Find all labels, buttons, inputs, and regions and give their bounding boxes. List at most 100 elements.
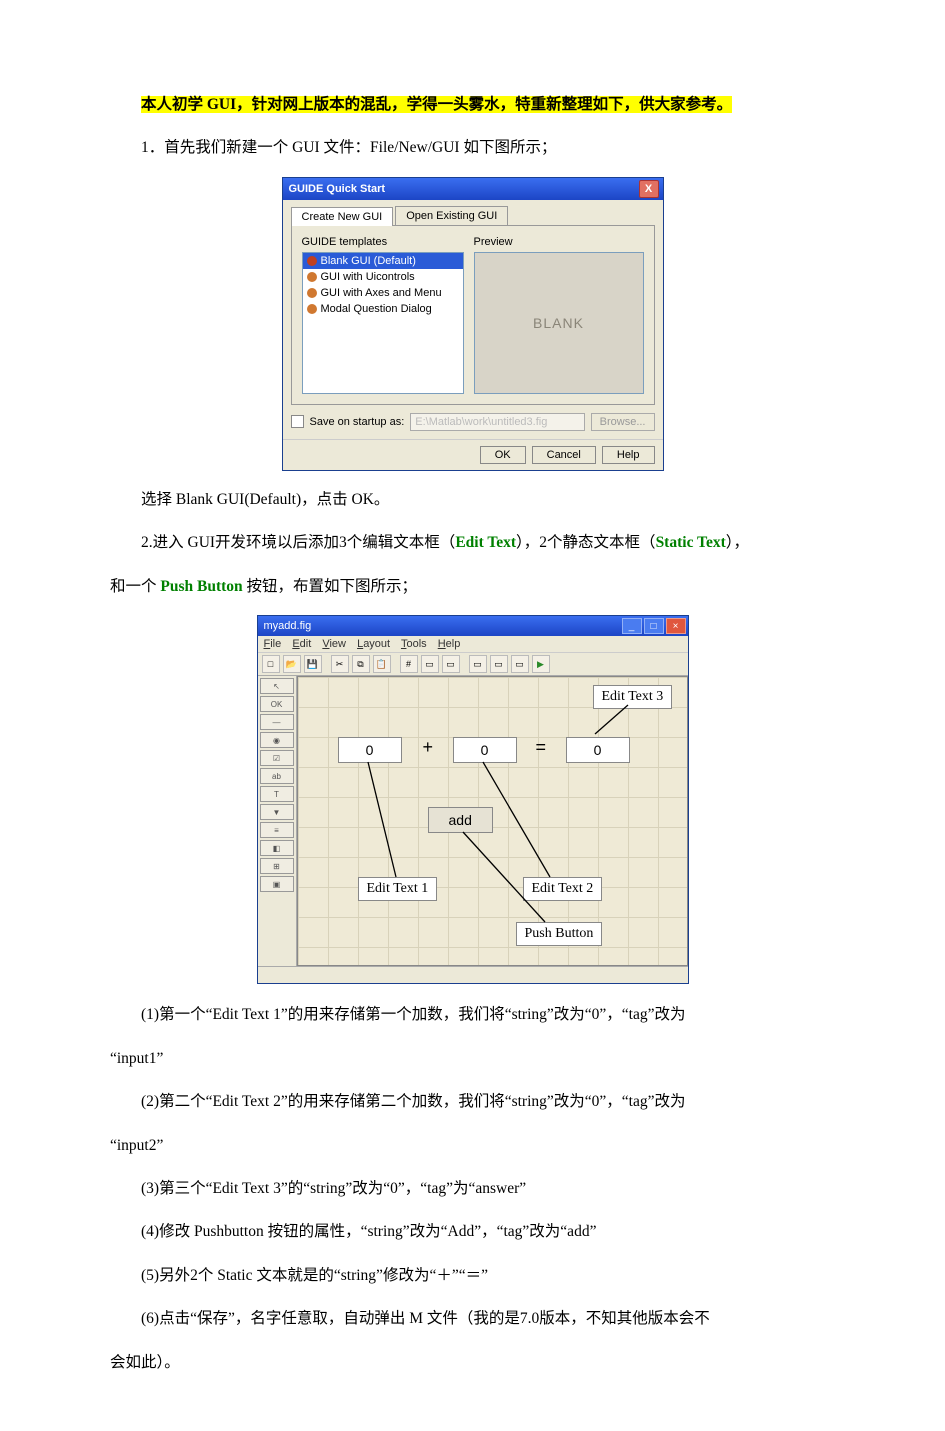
callout-edit-text-2: Edit Text 2 <box>523 877 603 901</box>
templates-listbox[interactable]: Blank GUI (Default) GUI with Uicontrols … <box>302 252 464 394</box>
menu-file[interactable]: FFileile <box>264 638 282 650</box>
palette-popup-icon[interactable]: ▼ <box>260 804 294 820</box>
browse-button[interactable]: Browse... <box>591 413 655 431</box>
step-1: 1．首先我们新建一个 GUI 文件：File/New/GUI 如下图所示； <box>110 133 835 162</box>
palette-edit-icon[interactable]: ab <box>260 768 294 784</box>
save-checkbox[interactable] <box>291 415 304 428</box>
preview-column: Preview BLANK <box>474 236 644 394</box>
add-push-button[interactable]: add <box>428 807 493 833</box>
close-icon[interactable]: X <box>639 180 659 198</box>
menu-layout[interactable]: Layout <box>357 638 390 650</box>
template-uicontrols[interactable]: GUI with Uicontrols <box>303 269 463 285</box>
palette-radio-icon[interactable]: ◉ <box>260 732 294 748</box>
callout-push-button: Push Button <box>516 922 603 946</box>
editor-title: myadd.fig <box>264 620 312 632</box>
layout-canvas[interactable]: 0 + 0 = 0 add Edit Text 3 Edit Text 1 Ed… <box>297 676 688 966</box>
item-6: (6)点击“保存”，名字任意取，自动弹出 M 文件（我的是7.0版本，不知其他版… <box>110 1304 835 1333</box>
toolbar-copy-icon[interactable]: ⧉ <box>352 655 370 673</box>
editor-menubar: FFileile Edit View Layout Tools Help <box>258 636 688 653</box>
editor-statusbar <box>258 966 688 983</box>
palette-panel-icon[interactable]: ▣ <box>260 876 294 892</box>
toolbar-button-icon[interactable]: ▭ <box>469 655 487 673</box>
guide-quick-start-dialog: GUIDE Quick Start X Create New GUI Open … <box>282 177 664 471</box>
template-blank-gui[interactable]: Blank GUI (Default) <box>303 253 463 269</box>
edit-text-2[interactable]: 0 <box>453 737 517 763</box>
templates-label: GUIDE templates <box>302 236 462 248</box>
callout-edit-text-3: Edit Text 3 <box>593 685 673 709</box>
component-palette: ↖ OK — ◉ ☑ ab T ▼ ≡ ◧ ⊞ ▣ <box>258 676 297 966</box>
item-5: (5)另外2个 Static 文本就是的“string”修改为“＋”“＝” <box>110 1261 835 1290</box>
toolbar-new-icon[interactable]: □ <box>262 655 280 673</box>
toolbar-button-icon[interactable]: ▭ <box>490 655 508 673</box>
minimize-icon[interactable]: _ <box>622 618 642 634</box>
template-icon <box>307 288 317 298</box>
dialog-tabs: Create New GUI Open Existing GUI <box>283 200 663 225</box>
menu-help[interactable]: Help <box>438 638 461 650</box>
dialog-body: GUIDE templates Blank GUI (Default) GUI … <box>291 225 655 405</box>
tab-create-new[interactable]: Create New GUI <box>291 207 394 226</box>
step-2-line2: 和一个 Push Button 按钮，布置如下图所示； <box>110 572 835 601</box>
palette-checkbox-icon[interactable]: ☑ <box>260 750 294 766</box>
toolbar-cut-icon[interactable]: ✂ <box>331 655 349 673</box>
menu-edit[interactable]: Edit <box>292 638 311 650</box>
intro-highlight: 本人初学 GUI，针对网上版本的混乱，学得一头雾水，特重新整理如下，供大家参考。 <box>141 96 732 113</box>
editor-body: ↖ OK — ◉ ☑ ab T ▼ ≡ ◧ ⊞ ▣ 0 + 0 = 0 add … <box>258 676 688 966</box>
palette-axes-icon[interactable]: ⊞ <box>260 858 294 874</box>
page: 本人初学 GUI，针对网上版本的混乱，学得一头雾水，特重新整理如下，供大家参考。… <box>0 0 945 1431</box>
toolbar-button-icon[interactable]: ▭ <box>511 655 529 673</box>
template-icon <box>307 256 317 266</box>
template-icon <box>307 272 317 282</box>
toolbar-button-icon[interactable]: ▭ <box>421 655 439 673</box>
save-label: Save on startup as: <box>310 416 405 428</box>
static-equals: = <box>536 737 547 758</box>
item-3: (3)第三个“Edit Text 3”的“string”改为“0”，“tag”为… <box>110 1174 835 1203</box>
static-text-term: Static Text <box>656 534 726 551</box>
help-button[interactable]: Help <box>602 446 655 464</box>
template-axes-menu[interactable]: GUI with Axes and Menu <box>303 285 463 301</box>
ok-button[interactable]: OK <box>480 446 526 464</box>
item-4: (4)修改 Pushbutton 按钮的属性，“string”改为“Add”，“… <box>110 1217 835 1246</box>
palette-button-icon[interactable]: OK <box>260 696 294 712</box>
after-dialog-text: 选择 Blank GUI(Default)，点击 OK。 <box>110 485 835 514</box>
template-icon <box>307 304 317 314</box>
item-2: (2)第二个“Edit Text 2”的用来存储第二个加数，我们将“string… <box>110 1087 835 1116</box>
preview-text: BLANK <box>533 315 584 331</box>
toolbar-paste-icon[interactable]: 📋 <box>373 655 391 673</box>
menu-tools[interactable]: Tools <box>401 638 427 650</box>
edit-text-1[interactable]: 0 <box>338 737 402 763</box>
push-button-term: Push Button <box>160 578 242 595</box>
intro-line: 本人初学 GUI，针对网上版本的混乱，学得一头雾水，特重新整理如下，供大家参考。 <box>110 90 835 119</box>
toolbar-run-icon[interactable]: ▶ <box>532 655 550 673</box>
editor-titlebar: myadd.fig _ □ × <box>258 616 688 636</box>
edit-text-3[interactable]: 0 <box>566 737 630 763</box>
preview-label: Preview <box>474 236 644 248</box>
close-icon[interactable]: × <box>666 618 686 634</box>
toolbar-open-icon[interactable]: 📂 <box>283 655 301 673</box>
tab-open-existing[interactable]: Open Existing GUI <box>395 206 508 225</box>
dialog-titlebar: GUIDE Quick Start X <box>283 178 663 200</box>
toolbar-button-icon[interactable]: ▭ <box>442 655 460 673</box>
preview-frame: BLANK <box>474 252 644 394</box>
edit-text-term: Edit Text <box>455 534 516 551</box>
palette-select-icon[interactable]: ↖ <box>260 678 294 694</box>
guide-editor-window: myadd.fig _ □ × FFileile Edit View Layou… <box>257 615 689 984</box>
palette-toggle-icon[interactable]: ◧ <box>260 840 294 856</box>
save-path-input[interactable] <box>410 413 584 431</box>
cancel-button[interactable]: Cancel <box>532 446 596 464</box>
template-modal-dialog[interactable]: Modal Question Dialog <box>303 301 463 317</box>
palette-slider-icon[interactable]: — <box>260 714 294 730</box>
window-buttons: _ □ × <box>622 618 686 634</box>
item-1b: “input1” <box>110 1044 835 1073</box>
dialog-buttons: OK Cancel Help <box>283 439 663 470</box>
item-2b: “input2” <box>110 1131 835 1160</box>
toolbar-save-icon[interactable]: 💾 <box>304 655 322 673</box>
static-plus: + <box>423 737 434 758</box>
palette-listbox-icon[interactable]: ≡ <box>260 822 294 838</box>
callout-edit-text-1: Edit Text 1 <box>358 877 438 901</box>
palette-text-icon[interactable]: T <box>260 786 294 802</box>
menu-view[interactable]: View <box>322 638 346 650</box>
toolbar-align-icon[interactable]: # <box>400 655 418 673</box>
maximize-icon[interactable]: □ <box>644 618 664 634</box>
step-2-line1: 2.进入 GUI开发环境以后添加3个编辑文本框（Edit Text），2个静态文… <box>110 528 835 557</box>
dialog-title: GUIDE Quick Start <box>289 183 386 195</box>
